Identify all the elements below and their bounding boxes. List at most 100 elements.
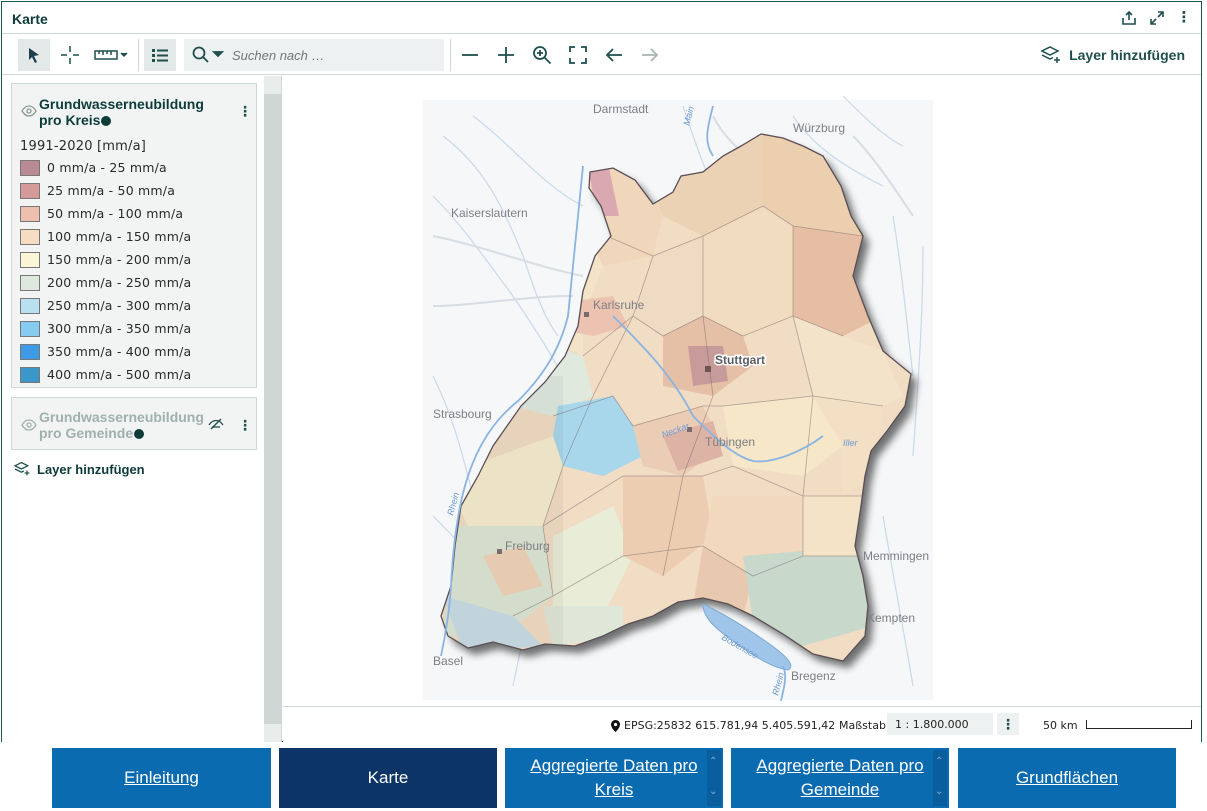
tab-grundflaechen[interactable]: Grundflächen [958, 748, 1176, 808]
city-marker [705, 366, 711, 372]
scale-input[interactable]: 1 : 1.800.000 [887, 713, 993, 735]
tab-scrollbar[interactable] [933, 750, 947, 806]
tab-aggregierte-kreis[interactable]: Aggregierte Daten pro Kreis [505, 748, 723, 808]
legend-title: 1991-2020 [mm/a] [20, 139, 147, 154]
add-layer-sidebar-button[interactable]: Layer hinzufügen [14, 461, 145, 477]
city-marker [497, 549, 502, 554]
add-layer-toolbar-button[interactable]: Layer hinzufügen [1041, 45, 1185, 65]
water-label: Iller [843, 438, 859, 448]
map-toolbar: Layer hinzufügen [2, 35, 1201, 75]
list-icon [152, 49, 168, 62]
expand-frame-icon [569, 46, 587, 64]
forward-button[interactable] [634, 39, 666, 71]
tab-einleitung[interactable]: Einleitung [52, 748, 271, 808]
add-layer-toolbar-label: Layer hinzufügen [1069, 47, 1185, 63]
page-tabs: Einleitung Karte Aggregierte Daten pro K… [0, 748, 1207, 810]
window-title: Karte [12, 11, 48, 27]
tab-label: Grundflächen [1015, 768, 1119, 787]
status-dot [101, 116, 112, 127]
layer-card-gemeinde[interactable]: Grundwasserneubildung pro Gemeinde ⋮ [11, 397, 257, 450]
toolbar-divider [450, 39, 451, 71]
back-button[interactable] [598, 39, 630, 71]
place-label: Stuttgart [715, 353, 765, 367]
sidebar-scrollbar-thumb[interactable] [264, 94, 281, 724]
zoom-in-button[interactable] [490, 39, 522, 71]
map-window: Karte ⋮ Suchen nach … Layer hinzufügen G… [1, 1, 1202, 742]
city-marker [584, 312, 589, 317]
tab-label: Aggregierte Daten pro Kreis [530, 756, 698, 799]
measure-tool-button[interactable] [92, 39, 132, 71]
legend-item: 50 mm/a - 100 mm/a [20, 202, 191, 225]
crosshair-icon [61, 46, 79, 64]
layer-card-kreis[interactable]: Grundwasserneubildung pro Kreis ⋮ 1991-2… [11, 83, 257, 388]
share-icon[interactable] [1120, 9, 1138, 27]
legend-swatch [20, 228, 40, 245]
crosshair-tool-button[interactable] [54, 39, 86, 71]
place-label: Basel [433, 654, 463, 668]
place-label: Kempten [867, 611, 915, 625]
legend-item: 300 mm/a - 350 mm/a [20, 317, 191, 340]
minus-icon [462, 54, 478, 56]
legend-item: 250 mm/a - 300 mm/a [20, 294, 191, 317]
layer-title-gemeinde[interactable]: Grundwasserneubildung pro Gemeinde [39, 409, 204, 441]
map-svg[interactable]: Darmstadt Würzburg Kaiserslautern Karlsr… [283, 76, 1201, 706]
place-label: Bregenz [791, 669, 836, 683]
layer-panel: Grundwasserneubildung pro Kreis ⋮ 1991-2… [2, 76, 282, 742]
layer-list-button[interactable] [144, 39, 176, 71]
legend-label: 300 mm/a - 350 mm/a [47, 321, 192, 336]
legend-item: 200 mm/a - 250 mm/a [20, 271, 191, 294]
legend-label: 250 mm/a - 300 mm/a [47, 298, 192, 313]
zoom-extent-button[interactable] [562, 39, 594, 71]
legend-label: 200 mm/a - 250 mm/a [47, 275, 192, 290]
legend-item: 150 mm/a - 200 mm/a [20, 248, 191, 271]
legend-swatch [20, 366, 40, 383]
legend-item: 400 mm/a - 500 mm/a [20, 363, 191, 386]
toolbar-divider [138, 39, 139, 71]
scale-menu-icon[interactable]: ⋮ [997, 713, 1019, 735]
legend-label: 50 mm/a - 100 mm/a [47, 206, 184, 221]
place-label: Kaiserslautern [451, 206, 528, 220]
legend-swatch [20, 297, 40, 314]
layers-add-icon [14, 461, 30, 476]
legend-swatch [20, 251, 40, 268]
eye-icon[interactable] [21, 419, 37, 431]
tab-label: Aggregierte Daten pro Gemeinde [756, 756, 924, 799]
arrow-right-icon [642, 48, 659, 62]
tab-aggregierte-gemeinde[interactable]: Aggregierte Daten pro Gemeinde [731, 748, 949, 808]
legend-item: 350 mm/a - 400 mm/a [20, 340, 191, 363]
place-label: Würzburg [793, 121, 845, 135]
scalebar [1086, 720, 1192, 729]
place-label: Karlsruhe [593, 298, 645, 312]
status-dot [134, 429, 145, 440]
search-icon [192, 46, 225, 63]
visibility-off-icon[interactable] [208, 416, 224, 432]
tab-karte[interactable]: Karte [279, 748, 497, 808]
legend-swatch [20, 182, 40, 199]
legend-label: 350 mm/a - 400 mm/a [47, 344, 192, 359]
fullscreen-icon[interactable] [1148, 9, 1166, 27]
legend-swatch [20, 320, 40, 337]
layer-title-kreis[interactable]: Grundwasserneubildung pro Kreis [39, 96, 229, 128]
zoom-out-button[interactable] [454, 39, 486, 71]
layer-menu-icon[interactable]: ⋮ [238, 418, 252, 432]
zoom-area-button[interactable] [526, 39, 558, 71]
coordinate-readout: EPSG:25832 615.781,94 5.405.591,42 [611, 719, 835, 732]
layer-title-kreis-text: Grundwasserneubildung pro Kreis [39, 96, 204, 128]
scalebar-label: 50 km [1043, 719, 1078, 732]
place-label: Darmstadt [593, 102, 649, 116]
tab-scrollbar[interactable] [707, 750, 721, 806]
legend-label: 150 mm/a - 200 mm/a [47, 252, 192, 267]
legend-swatch [20, 205, 40, 222]
eye-icon[interactable] [21, 105, 37, 117]
search-input[interactable] [232, 45, 437, 65]
search-box[interactable] [184, 39, 444, 71]
window-menu-icon[interactable]: ⋮ [1175, 9, 1193, 27]
map-canvas[interactable]: Darmstadt Würzburg Kaiserslautern Karlsr… [283, 76, 1201, 706]
plus-icon [498, 47, 514, 63]
legend-swatch [20, 274, 40, 291]
location-pin-icon [611, 719, 620, 732]
place-label: Freiburg [505, 539, 550, 553]
select-tool-button[interactable] [18, 39, 50, 71]
coordinate-text: EPSG:25832 615.781,94 5.405.591,42 [624, 719, 836, 732]
layer-menu-icon[interactable]: ⋮ [238, 104, 252, 118]
